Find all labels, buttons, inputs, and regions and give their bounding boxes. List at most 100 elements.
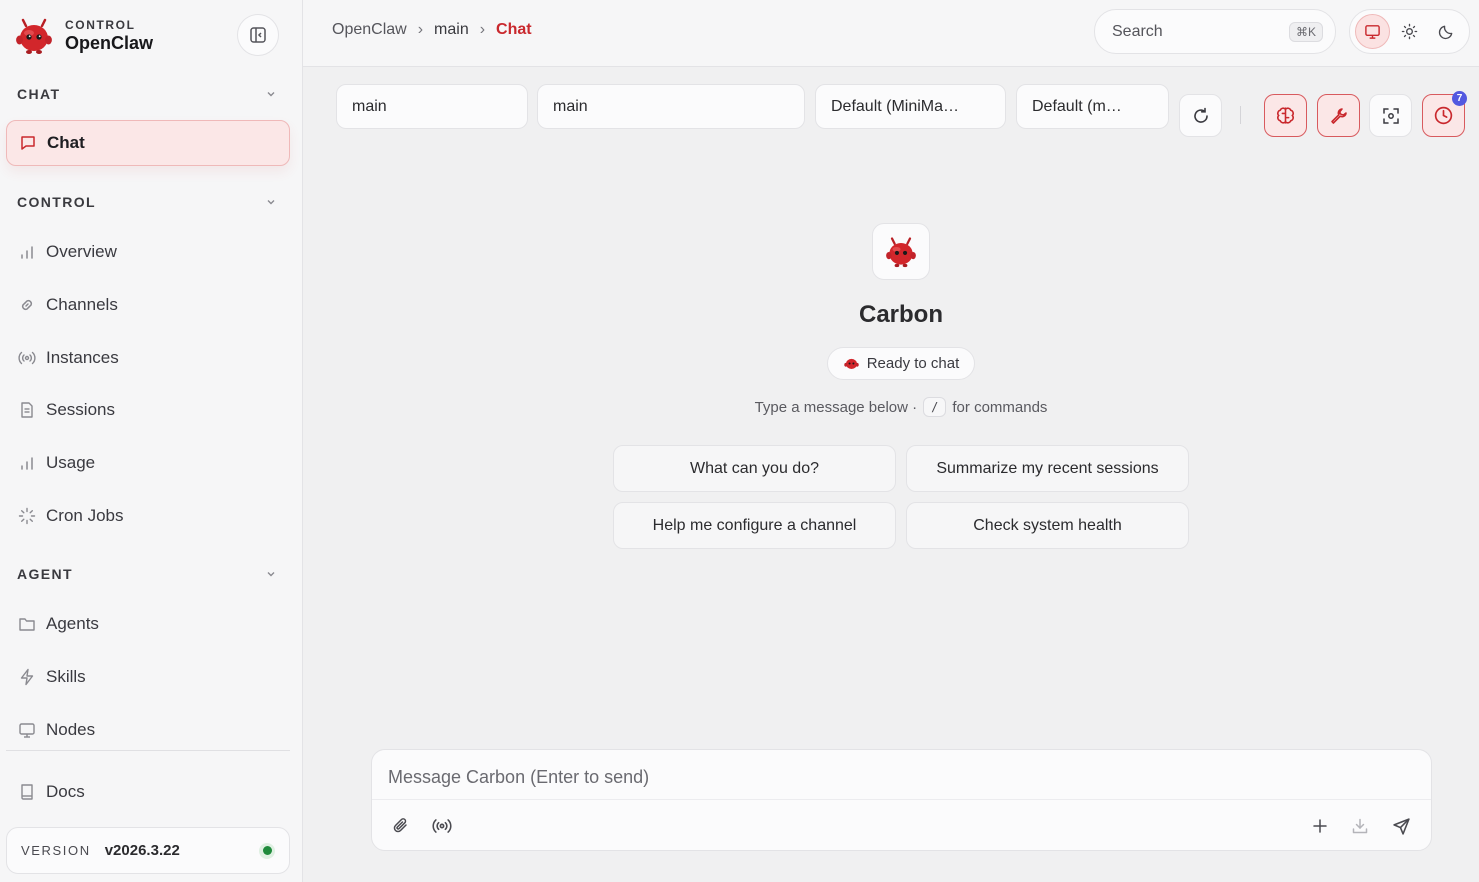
agent-avatar bbox=[872, 223, 930, 280]
monitor-icon bbox=[1365, 25, 1380, 39]
focus-button[interactable] bbox=[1369, 94, 1412, 137]
model-select[interactable]: Default (MiniMa… bbox=[815, 84, 1006, 129]
sidebar-item-label: Agents bbox=[46, 614, 99, 633]
agent-name: Carbon bbox=[859, 301, 943, 328]
sidebar-item-cron-jobs[interactable]: Cron Jobs bbox=[6, 493, 290, 539]
theme-system-button[interactable] bbox=[1355, 14, 1390, 49]
broadcast-icon bbox=[432, 819, 452, 833]
link-icon bbox=[18, 296, 36, 314]
status-text: Ready to chat bbox=[866, 355, 960, 372]
brand-eyebrow: CONTROL bbox=[65, 18, 136, 32]
sidebar-divider bbox=[6, 750, 290, 751]
mascot-mini-icon bbox=[843, 358, 859, 370]
thinking-select[interactable]: Default (m… bbox=[1016, 84, 1169, 129]
suggestion-button[interactable]: Check system health bbox=[906, 502, 1189, 549]
sidebar-item-channels[interactable]: Channels bbox=[6, 282, 290, 328]
search-placeholder: Search bbox=[1112, 22, 1163, 40]
theme-dark-button[interactable] bbox=[1429, 14, 1464, 49]
clock-icon bbox=[1434, 106, 1453, 125]
new-session-button[interactable] bbox=[1307, 813, 1333, 839]
search-shortcut: ⌘K bbox=[1288, 21, 1323, 42]
session-select[interactable]: main bbox=[537, 84, 805, 129]
sidebar-item-label: Skills bbox=[46, 667, 86, 686]
sidebar-item-label: Docs bbox=[46, 782, 85, 801]
theme-light-button[interactable] bbox=[1392, 14, 1427, 49]
breadcrumb-separator: › bbox=[479, 21, 486, 38]
sidebar-item-label: Instances bbox=[46, 348, 119, 367]
send-button[interactable] bbox=[1388, 813, 1414, 839]
breadcrumb-middle[interactable]: main bbox=[434, 21, 469, 39]
sidebar-collapse-icon bbox=[250, 27, 266, 43]
moon-icon bbox=[1438, 25, 1453, 40]
paperclip-icon bbox=[393, 818, 407, 833]
sidebar-item-label: Overview bbox=[46, 242, 117, 261]
chevron-down-icon bbox=[267, 200, 275, 205]
wrench-icon bbox=[1330, 107, 1347, 124]
message-input[interactable]: Message Carbon (Enter to send) bbox=[388, 767, 649, 788]
bar-chart-icon bbox=[18, 243, 36, 261]
export-button[interactable] bbox=[1347, 813, 1373, 839]
sidebar-item-instances[interactable]: Instances bbox=[6, 335, 290, 381]
command-hint: Type a message below · / for commands bbox=[650, 397, 1152, 417]
sidebar-item-overview[interactable]: Overview bbox=[6, 229, 290, 275]
version-card: VERSION v2026.3.22 bbox=[6, 827, 290, 874]
plus-icon bbox=[1313, 819, 1327, 833]
sidebar-item-label: Channels bbox=[46, 295, 118, 314]
sidebar-item-label: Chat bbox=[47, 133, 85, 152]
lightning-icon bbox=[18, 668, 36, 686]
folder-icon bbox=[18, 615, 36, 633]
broadcast-icon bbox=[18, 349, 36, 367]
search-input[interactable]: Search ⌘K bbox=[1094, 9, 1336, 54]
voice-button[interactable] bbox=[429, 813, 455, 839]
chevron-down-icon bbox=[267, 92, 275, 97]
collapse-sidebar-button[interactable] bbox=[237, 14, 279, 56]
composer-divider bbox=[372, 799, 1431, 800]
agent-select[interactable]: main bbox=[336, 84, 528, 129]
sidebar-item-docs[interactable]: Docs bbox=[6, 769, 290, 815]
brand: CONTROL OpenClaw bbox=[14, 16, 153, 56]
bar-chart-icon bbox=[18, 454, 36, 472]
refresh-button[interactable] bbox=[1179, 94, 1222, 137]
sidebar-item-label: Usage bbox=[46, 453, 96, 472]
brain-icon bbox=[1277, 107, 1294, 124]
history-button[interactable]: 7 bbox=[1422, 91, 1467, 137]
refresh-icon bbox=[1193, 107, 1208, 123]
breadcrumb-separator: › bbox=[417, 21, 424, 38]
sidebar-item-nodes[interactable]: Nodes bbox=[6, 707, 290, 753]
breadcrumb: OpenClaw › main › Chat bbox=[332, 21, 532, 39]
mascot-logo-icon bbox=[16, 18, 52, 54]
hint-key: / bbox=[923, 397, 947, 417]
loader-icon bbox=[18, 507, 36, 525]
message-composer: Message Carbon (Enter to send) bbox=[371, 749, 1432, 851]
version-key: VERSION bbox=[21, 843, 91, 858]
section-chat-header[interactable]: CHAT bbox=[17, 86, 277, 102]
section-label: AGENT bbox=[17, 566, 73, 582]
chevron-down-icon bbox=[267, 572, 275, 577]
sidebar-item-skills[interactable]: Skills bbox=[6, 654, 290, 700]
suggestion-button[interactable]: What can you do? bbox=[613, 445, 896, 492]
suggestion-button[interactable]: Help me configure a channel bbox=[613, 502, 896, 549]
section-agent-header[interactable]: AGENT bbox=[17, 566, 277, 582]
sidebar-item-label: Nodes bbox=[46, 720, 96, 739]
sidebar-item-label: Sessions bbox=[46, 400, 115, 419]
memory-button[interactable] bbox=[1264, 94, 1307, 137]
connection-status-dot bbox=[259, 842, 275, 859]
tools-button[interactable] bbox=[1317, 94, 1360, 137]
focus-frame-icon bbox=[1382, 107, 1399, 124]
sidebar-item-sessions[interactable]: Sessions bbox=[6, 387, 290, 433]
sidebar: CONTROL OpenClaw CHAT Chat CONTROL Overv… bbox=[0, 0, 303, 882]
section-label: CHAT bbox=[17, 86, 61, 102]
attach-button[interactable] bbox=[388, 813, 414, 839]
breadcrumb-current: Chat bbox=[496, 21, 532, 38]
breadcrumb-root[interactable]: OpenClaw bbox=[332, 21, 407, 39]
sidebar-item-chat[interactable]: Chat bbox=[6, 120, 290, 166]
suggestion-button[interactable]: Summarize my recent sessions bbox=[906, 445, 1189, 492]
toolbar-separator bbox=[1240, 106, 1241, 124]
status-pill: Ready to chat bbox=[827, 347, 975, 380]
download-icon bbox=[1352, 818, 1368, 834]
sidebar-item-agents[interactable]: Agents bbox=[6, 601, 290, 647]
section-control-header[interactable]: CONTROL bbox=[17, 194, 277, 210]
book-icon bbox=[18, 783, 36, 801]
sidebar-item-usage[interactable]: Usage bbox=[6, 440, 290, 486]
brand-name: OpenClaw bbox=[65, 33, 154, 53]
